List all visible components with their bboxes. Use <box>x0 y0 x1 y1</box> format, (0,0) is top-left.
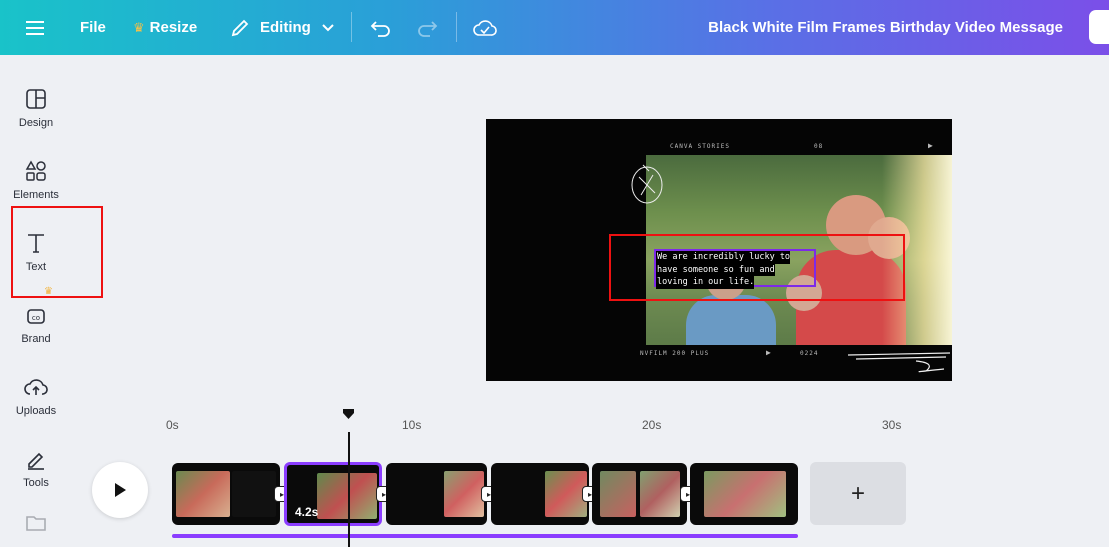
clip-thumbnail <box>704 471 786 517</box>
timeline-clip-6[interactable] <box>690 463 798 525</box>
sidebar-item-design[interactable]: Design <box>0 77 72 143</box>
film-footer-brand: NVFILM 200 PLUS <box>640 350 710 357</box>
sidebar-item-tools[interactable]: Tools <box>0 437 72 503</box>
annotation-highlight-text-tool <box>11 206 103 298</box>
undo-icon <box>370 20 390 37</box>
film-header-number: 08 <box>814 143 824 150</box>
svg-text:co: co <box>32 314 40 322</box>
annotation-highlight-text-box <box>609 234 905 301</box>
undo-button[interactable] <box>370 0 392 55</box>
timeline-ruler[interactable]: 0s 10s 20s 30s <box>160 410 1100 440</box>
clip-thumbnail <box>545 471 587 517</box>
resize-button[interactable]: ♛ Resize <box>133 0 197 55</box>
elements-icon <box>25 160 46 181</box>
photo-figure <box>686 295 776 345</box>
chevron-down-icon <box>322 23 334 31</box>
file-label: File <box>80 19 106 36</box>
brand-icon: co <box>27 309 45 324</box>
clip-thumbnail <box>444 471 484 517</box>
add-clip-button[interactable]: + <box>810 462 906 525</box>
clip-thumbnail <box>317 473 377 519</box>
sidebar-item-label: Tools <box>23 477 49 489</box>
timeline-clip-3[interactable] <box>386 463 487 525</box>
play-button[interactable] <box>92 462 148 518</box>
clip-duration: 4.2s <box>295 505 319 519</box>
scribble-lines-icon <box>847 352 951 373</box>
scribble-circle-icon <box>631 164 663 204</box>
cloud-check-icon <box>473 19 497 36</box>
sidebar-item-label: Brand <box>21 333 51 345</box>
playhead-line[interactable] <box>348 432 350 547</box>
design-title[interactable]: Black White Film Frames Birthday Video M… <box>708 0 1063 55</box>
pencil-icon <box>231 19 249 36</box>
audio-track[interactable] <box>172 534 798 538</box>
left-sidebar: Design Elements Text co Brand Uploads To… <box>0 55 72 547</box>
file-menu-button[interactable]: File <box>80 0 106 55</box>
clip-thumbnail <box>640 471 680 517</box>
sidebar-item-uploads[interactable]: Uploads <box>0 365 72 431</box>
timeline-clip-5[interactable] <box>592 463 687 525</box>
playhead-handle[interactable] <box>342 408 355 420</box>
menu-button[interactable] <box>26 0 46 55</box>
tools-icon <box>28 452 44 470</box>
share-button[interactable] <box>1089 10 1109 44</box>
ruler-tick: 10s <box>402 418 422 432</box>
film-arrow-icon: ▶ <box>928 141 934 150</box>
timeline-clip-1[interactable] <box>172 463 280 525</box>
uploads-icon <box>24 379 48 395</box>
save-status-button[interactable] <box>473 0 497 55</box>
sidebar-item-label: Elements <box>13 189 59 201</box>
redo-icon <box>418 20 438 37</box>
clip-thumbnail <box>176 471 230 517</box>
editing-label: Editing <box>260 19 311 36</box>
redo-button[interactable] <box>416 0 438 55</box>
crown-icon: ♛ <box>133 19 145 35</box>
ruler-tick: 20s <box>642 418 662 432</box>
folder-icon <box>26 516 46 531</box>
sidebar-item-label: Uploads <box>15 405 57 417</box>
hamburger-icon <box>26 20 44 35</box>
film-header-brand: CANVA STORIES <box>670 143 730 150</box>
editing-mode-dropdown[interactable]: Editing <box>230 0 335 55</box>
sidebar-item-label: Design <box>18 117 54 129</box>
toolbar-divider <box>456 12 457 42</box>
ruler-tick: 30s <box>882 418 902 432</box>
timeline-clip-4[interactable] <box>491 463 589 525</box>
clip-thumbnail <box>600 471 636 517</box>
film-footer-number: 0224 <box>800 350 819 357</box>
add-clip-plus: + <box>850 479 865 507</box>
sidebar-item-brand[interactable]: co Brand <box>0 293 72 359</box>
design-icon <box>26 89 46 109</box>
play-icon <box>115 483 126 497</box>
clip-thumbnail <box>232 471 276 517</box>
sidebar-item-projects[interactable] <box>0 501 72 547</box>
resize-label: Resize <box>149 19 198 36</box>
toolbar-divider <box>351 12 352 42</box>
film-header: CANVA STORIES 08 ▶ <box>646 139 952 155</box>
top-bar: File ♛ Resize Editing Black White Film F… <box>0 0 1109 55</box>
ruler-tick: 0s <box>166 418 179 432</box>
film-arrow-icon: ▶ <box>766 348 772 357</box>
timeline-clip-2-selected[interactable]: 4.2s <box>284 462 382 526</box>
